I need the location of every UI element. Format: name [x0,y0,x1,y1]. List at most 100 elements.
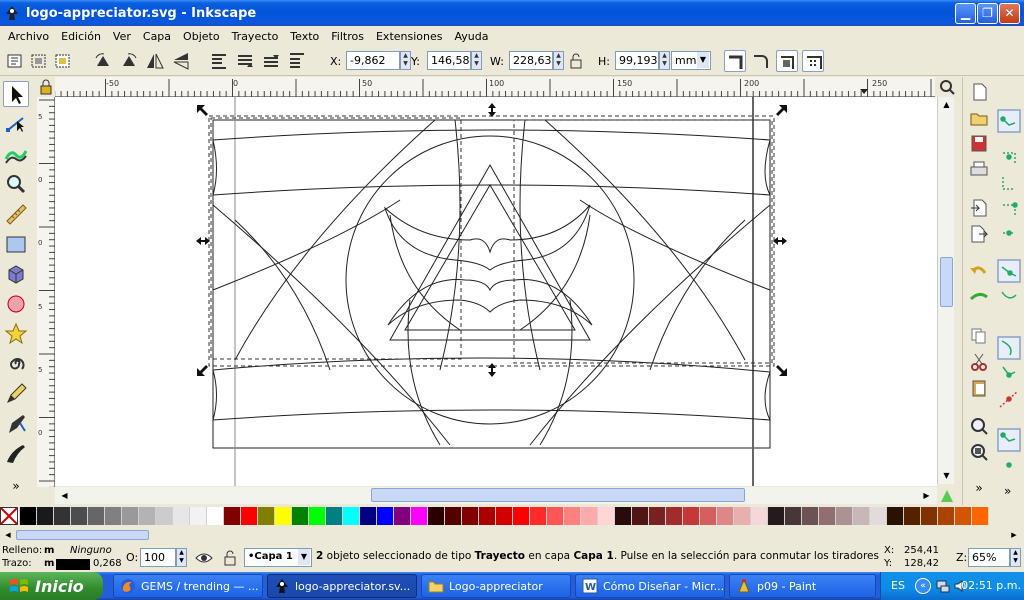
w-spinner[interactable]: ▲ ▼ [553,51,564,70]
redo-button[interactable] [967,287,991,309]
import-button[interactable] [967,197,991,219]
fill-value[interactable]: Ninguno [70,545,112,556]
task-paint[interactable]: p09 - Paint [729,574,876,598]
tweak-tool[interactable] [3,141,29,167]
color-swatch[interactable] [71,507,88,525]
color-swatch[interactable] [887,507,904,525]
zoom-selection-button[interactable] [967,415,991,437]
palette-scroll-left-icon[interactable]: ◀ [2,529,14,541]
lock-proportions-button[interactable] [567,50,585,72]
hscroll-thumb[interactable] [371,488,745,502]
zoom-tool[interactable] [3,171,29,197]
color-swatch[interactable] [785,507,802,525]
color-swatch[interactable] [972,507,989,525]
zoom-spinner[interactable]: ▲ ▼ [1010,548,1021,567]
color-swatch[interactable] [292,507,309,525]
pen-tool[interactable] [3,411,29,437]
color-swatch[interactable] [445,507,462,525]
color-swatch[interactable] [683,507,700,525]
color-swatch[interactable] [802,507,819,525]
horizontal-ruler[interactable]: 0 -50 50 100 150 200 250 [37,77,938,97]
color-swatch[interactable] [853,507,870,525]
task-firefox[interactable]: GEMS / trending — ... [113,574,263,598]
color-swatch[interactable] [360,507,377,525]
palette-scrollbar[interactable]: ◀ ▶ [0,528,1024,542]
commands-overflow-icon[interactable]: » [967,481,991,503]
task-inkscape[interactable]: logo-appreciator.sv... [267,574,417,598]
stroke-color-swatch[interactable] [56,559,90,570]
color-swatch[interactable] [88,507,105,525]
color-swatch[interactable] [632,507,649,525]
color-swatch[interactable] [241,507,258,525]
paste-button[interactable] [967,377,991,399]
vertical-scrollbar[interactable]: ▲ ▼ [937,97,954,484]
calligraphy-tool[interactable] [3,441,29,467]
minimize-button[interactable]: ▁ [955,3,976,24]
w-input[interactable]: 228,630 [509,51,553,70]
color-swatch[interactable] [649,507,666,525]
drawing-canvas[interactable] [55,97,937,486]
menu-texto[interactable]: Texto [284,30,325,43]
color-swatch[interactable] [581,507,598,525]
color-swatch[interactable] [462,507,479,525]
task-folder[interactable]: Logo-appreciator [421,574,571,598]
color-swatch[interactable] [700,507,717,525]
color-swatch[interactable] [411,507,428,525]
color-swatch[interactable] [955,507,972,525]
color-manage-toggle[interactable] [937,487,957,504]
star-tool[interactable] [3,321,29,347]
scale-stroke-toggle[interactable] [724,50,746,72]
color-swatch[interactable] [37,507,54,525]
color-swatch[interactable] [156,507,173,525]
color-swatch[interactable] [751,507,768,525]
measure-tool[interactable] [3,201,29,227]
color-swatch[interactable] [394,507,411,525]
task-word[interactable]: W Cómo Diseñar - Micr... [575,574,725,598]
vscroll-thumb[interactable] [940,257,953,307]
zoom-input[interactable]: 65% [968,548,1010,567]
rotate-cw-button[interactable] [118,50,140,72]
tray-expand-icon[interactable]: « [915,578,931,594]
layer-visibility-toggle[interactable] [194,549,214,567]
scroll-down-icon[interactable]: ▼ [939,468,954,483]
selector-tool[interactable] [3,81,29,107]
menu-filtros[interactable]: Filtros [325,30,370,43]
start-button[interactable]: Inicio [0,572,103,600]
x-input[interactable]: -9,862 [346,51,400,70]
menu-objeto[interactable]: Objeto [177,30,226,43]
color-swatch[interactable] [615,507,632,525]
flip-vertical-button[interactable] [170,50,192,72]
scroll-left-icon[interactable]: ◀ [57,488,72,503]
menu-extensiones[interactable]: Extensiones [370,30,449,43]
menu-ver[interactable]: Ver [107,30,137,43]
color-swatch[interactable] [479,507,496,525]
raise-to-top-button[interactable] [286,50,308,72]
lower-to-bottom-button[interactable] [208,50,230,72]
scale-corners-toggle[interactable] [750,50,772,72]
scroll-up-icon[interactable]: ▲ [939,97,954,112]
color-swatch[interactable] [547,507,564,525]
flip-horizontal-button[interactable] [144,50,166,72]
transform-gradients-toggle[interactable] [776,50,798,72]
color-swatch[interactable] [768,507,785,525]
open-button[interactable] [967,107,991,129]
color-swatch[interactable] [190,507,207,525]
zoom-drawing-button[interactable] [967,441,991,463]
maximize-button[interactable]: ❐ [977,3,998,24]
select-all-button[interactable] [4,50,26,72]
color-palette[interactable] [0,506,1024,526]
clock[interactable]: 02:51 p.m. [959,579,1021,592]
color-swatch[interactable] [530,507,547,525]
logo-drawing[interactable] [55,97,937,486]
color-swatch[interactable] [343,507,360,525]
color-swatch[interactable] [258,507,275,525]
color-swatch[interactable] [564,507,581,525]
stroke-width[interactable]: 0,268 [93,558,122,569]
color-swatch[interactable] [326,507,343,525]
h-input[interactable]: 99,193 [615,51,659,70]
color-swatch[interactable] [938,507,955,525]
3d-box-tool[interactable] [3,261,29,287]
opacity-input[interactable]: 100 [140,548,176,567]
color-swatch[interactable] [598,507,615,525]
layer-lock-corner[interactable] [37,77,55,97]
